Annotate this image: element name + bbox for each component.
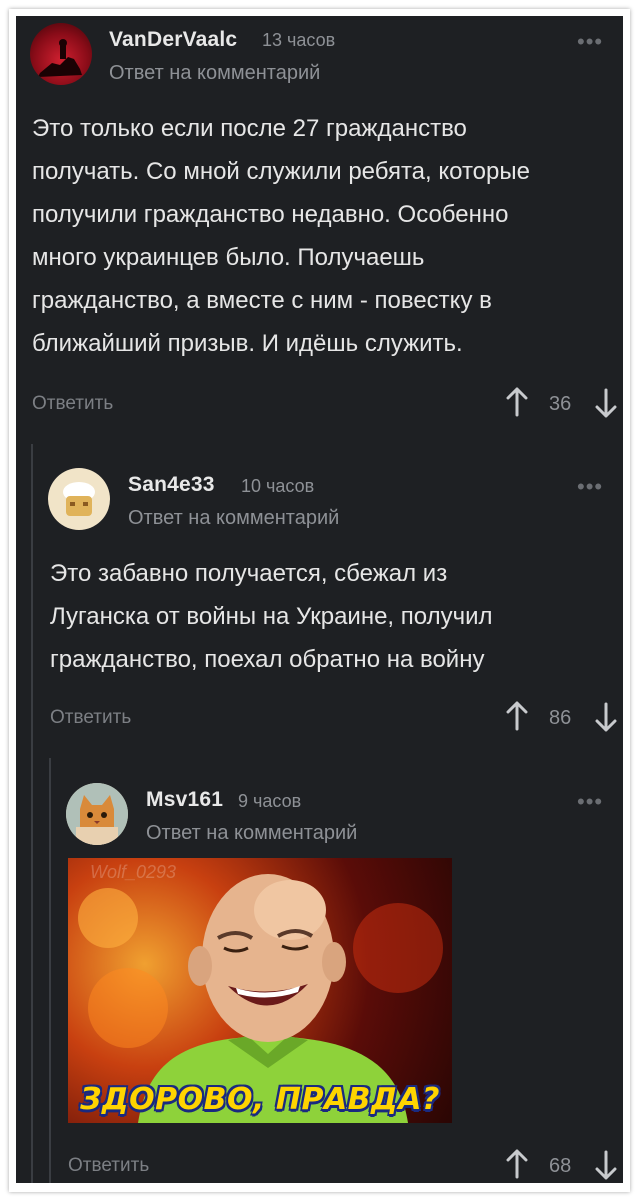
- reply-to-link[interactable]: Ответ на комментарий: [109, 62, 320, 85]
- comment-time: 9 часов: [238, 791, 302, 811]
- comment-author[interactable]: San4e33: [128, 473, 215, 497]
- reply-to-link[interactable]: Ответ на комментарий: [128, 507, 339, 530]
- upvote-arrow-icon[interactable]: [506, 387, 528, 417]
- text-line: Это только если после 27 гражданство: [32, 115, 467, 142]
- text-line: Луганска от войны на Украине, получил: [50, 603, 493, 630]
- text-line: много украинцев было. Получаешь: [32, 244, 425, 271]
- thread-line: [49, 758, 51, 1183]
- vote-score: 86: [549, 707, 572, 729]
- vote-score: 68: [549, 1155, 572, 1177]
- text-line: Это забавно получается, сбежал из: [50, 560, 448, 587]
- downvote-arrow-icon[interactable]: [595, 388, 617, 418]
- comment-author[interactable]: VanDerVaalc: [109, 28, 237, 52]
- downvote-arrow-icon[interactable]: [595, 1150, 617, 1180]
- comment-text: Это забавно получается, сбежал из Луганс…: [50, 552, 610, 681]
- comment-author[interactable]: Msv161: [146, 788, 223, 812]
- more-dots-icon[interactable]: •••: [577, 789, 603, 815]
- meme-watermark: Wolf_0293: [90, 862, 177, 882]
- more-dots-icon[interactable]: •••: [577, 474, 603, 500]
- comments-screen: VanDerVaalc 13 часов ••• Ответ на коммен…: [16, 16, 623, 1183]
- reply-button[interactable]: Ответить: [32, 393, 113, 415]
- meme-image[interactable]: Wolf_0293 ЗДОРОВО, ПРАВДА?: [68, 858, 452, 1123]
- reply-button[interactable]: Ответить: [50, 707, 131, 729]
- avatar[interactable]: [48, 468, 110, 530]
- comment-time: 10 часов: [241, 476, 315, 496]
- comment-text: Это только если после 27 гражданство пол…: [32, 107, 612, 365]
- avatar[interactable]: [66, 783, 128, 845]
- reply-button[interactable]: Ответить: [68, 1155, 149, 1177]
- upvote-arrow-icon[interactable]: [506, 701, 528, 731]
- thread-line: [31, 444, 33, 1183]
- text-line: гражданство, а вместе с ним - повестку в: [32, 287, 492, 314]
- avatar-image-icon: [38, 39, 82, 77]
- text-line: получили гражданство недавно. Особенно: [32, 201, 509, 228]
- upvote-arrow-icon[interactable]: [506, 1149, 528, 1179]
- more-dots-icon[interactable]: •••: [577, 29, 603, 55]
- text-line: ближайший призыв. И идёшь служить.: [32, 330, 463, 357]
- text-line: гражданство, поехал обратно на войну: [50, 646, 485, 673]
- reply-to-link[interactable]: Ответ на комментарий: [146, 822, 357, 845]
- vote-score: 36: [549, 393, 572, 415]
- avatar-image-icon: [63, 482, 95, 516]
- text-line: получать. Со мной служили ребята, которы…: [32, 158, 530, 185]
- downvote-arrow-icon[interactable]: [595, 702, 617, 732]
- avatar[interactable]: [30, 23, 92, 85]
- comment-time: 13 часов: [262, 30, 336, 50]
- meme-caption: ЗДОРОВО, ПРАВДА?: [80, 1082, 440, 1117]
- cat-avatar-icon: [66, 783, 128, 845]
